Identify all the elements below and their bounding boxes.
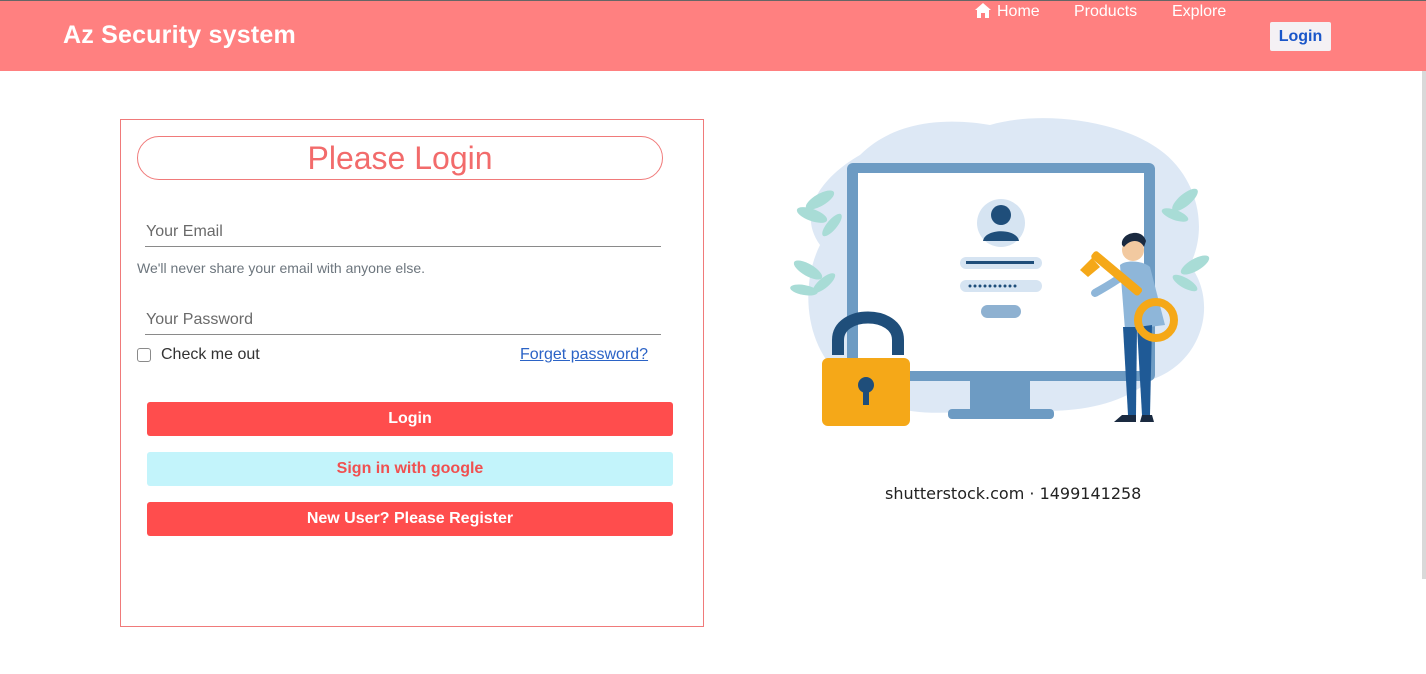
google-signin-button[interactable]: Sign in with google <box>147 452 673 486</box>
login-title: Please Login <box>137 136 663 180</box>
nav-products-link[interactable]: Products <box>1074 1 1137 23</box>
password-input[interactable] <box>145 305 661 335</box>
monitor-stand <box>970 381 1030 411</box>
email-help-text: We'll never share your email with anyone… <box>137 260 425 276</box>
brand-title[interactable]: Az Security system <box>63 21 296 50</box>
image-caption: shutterstock.com · 1499141258 <box>885 484 1142 503</box>
top-navbar: Az Security system Home Products Explore… <box>0 0 1426 71</box>
monitor-base <box>948 409 1054 419</box>
page-scrollbar[interactable] <box>1422 71 1426 579</box>
login-card: Please Login We'll never share your emai… <box>120 119 704 627</box>
remember-label[interactable]: Check me out <box>161 346 260 364</box>
nav-explore-link[interactable]: Explore <box>1172 1 1226 23</box>
nav-home-label: Home <box>997 3 1040 20</box>
email-input[interactable] <box>145 217 661 247</box>
screen-submit-button <box>981 305 1021 318</box>
login-button[interactable]: Login <box>147 402 673 436</box>
register-button[interactable]: New User? Please Register <box>147 502 673 536</box>
nav-login-button[interactable]: Login <box>1270 22 1331 51</box>
security-login-illustration <box>790 118 1210 426</box>
forget-password-link[interactable]: Forget password? <box>520 346 648 364</box>
home-icon <box>975 3 991 18</box>
nav-home-link[interactable]: Home <box>974 1 1040 23</box>
remember-checkbox[interactable] <box>137 348 151 362</box>
